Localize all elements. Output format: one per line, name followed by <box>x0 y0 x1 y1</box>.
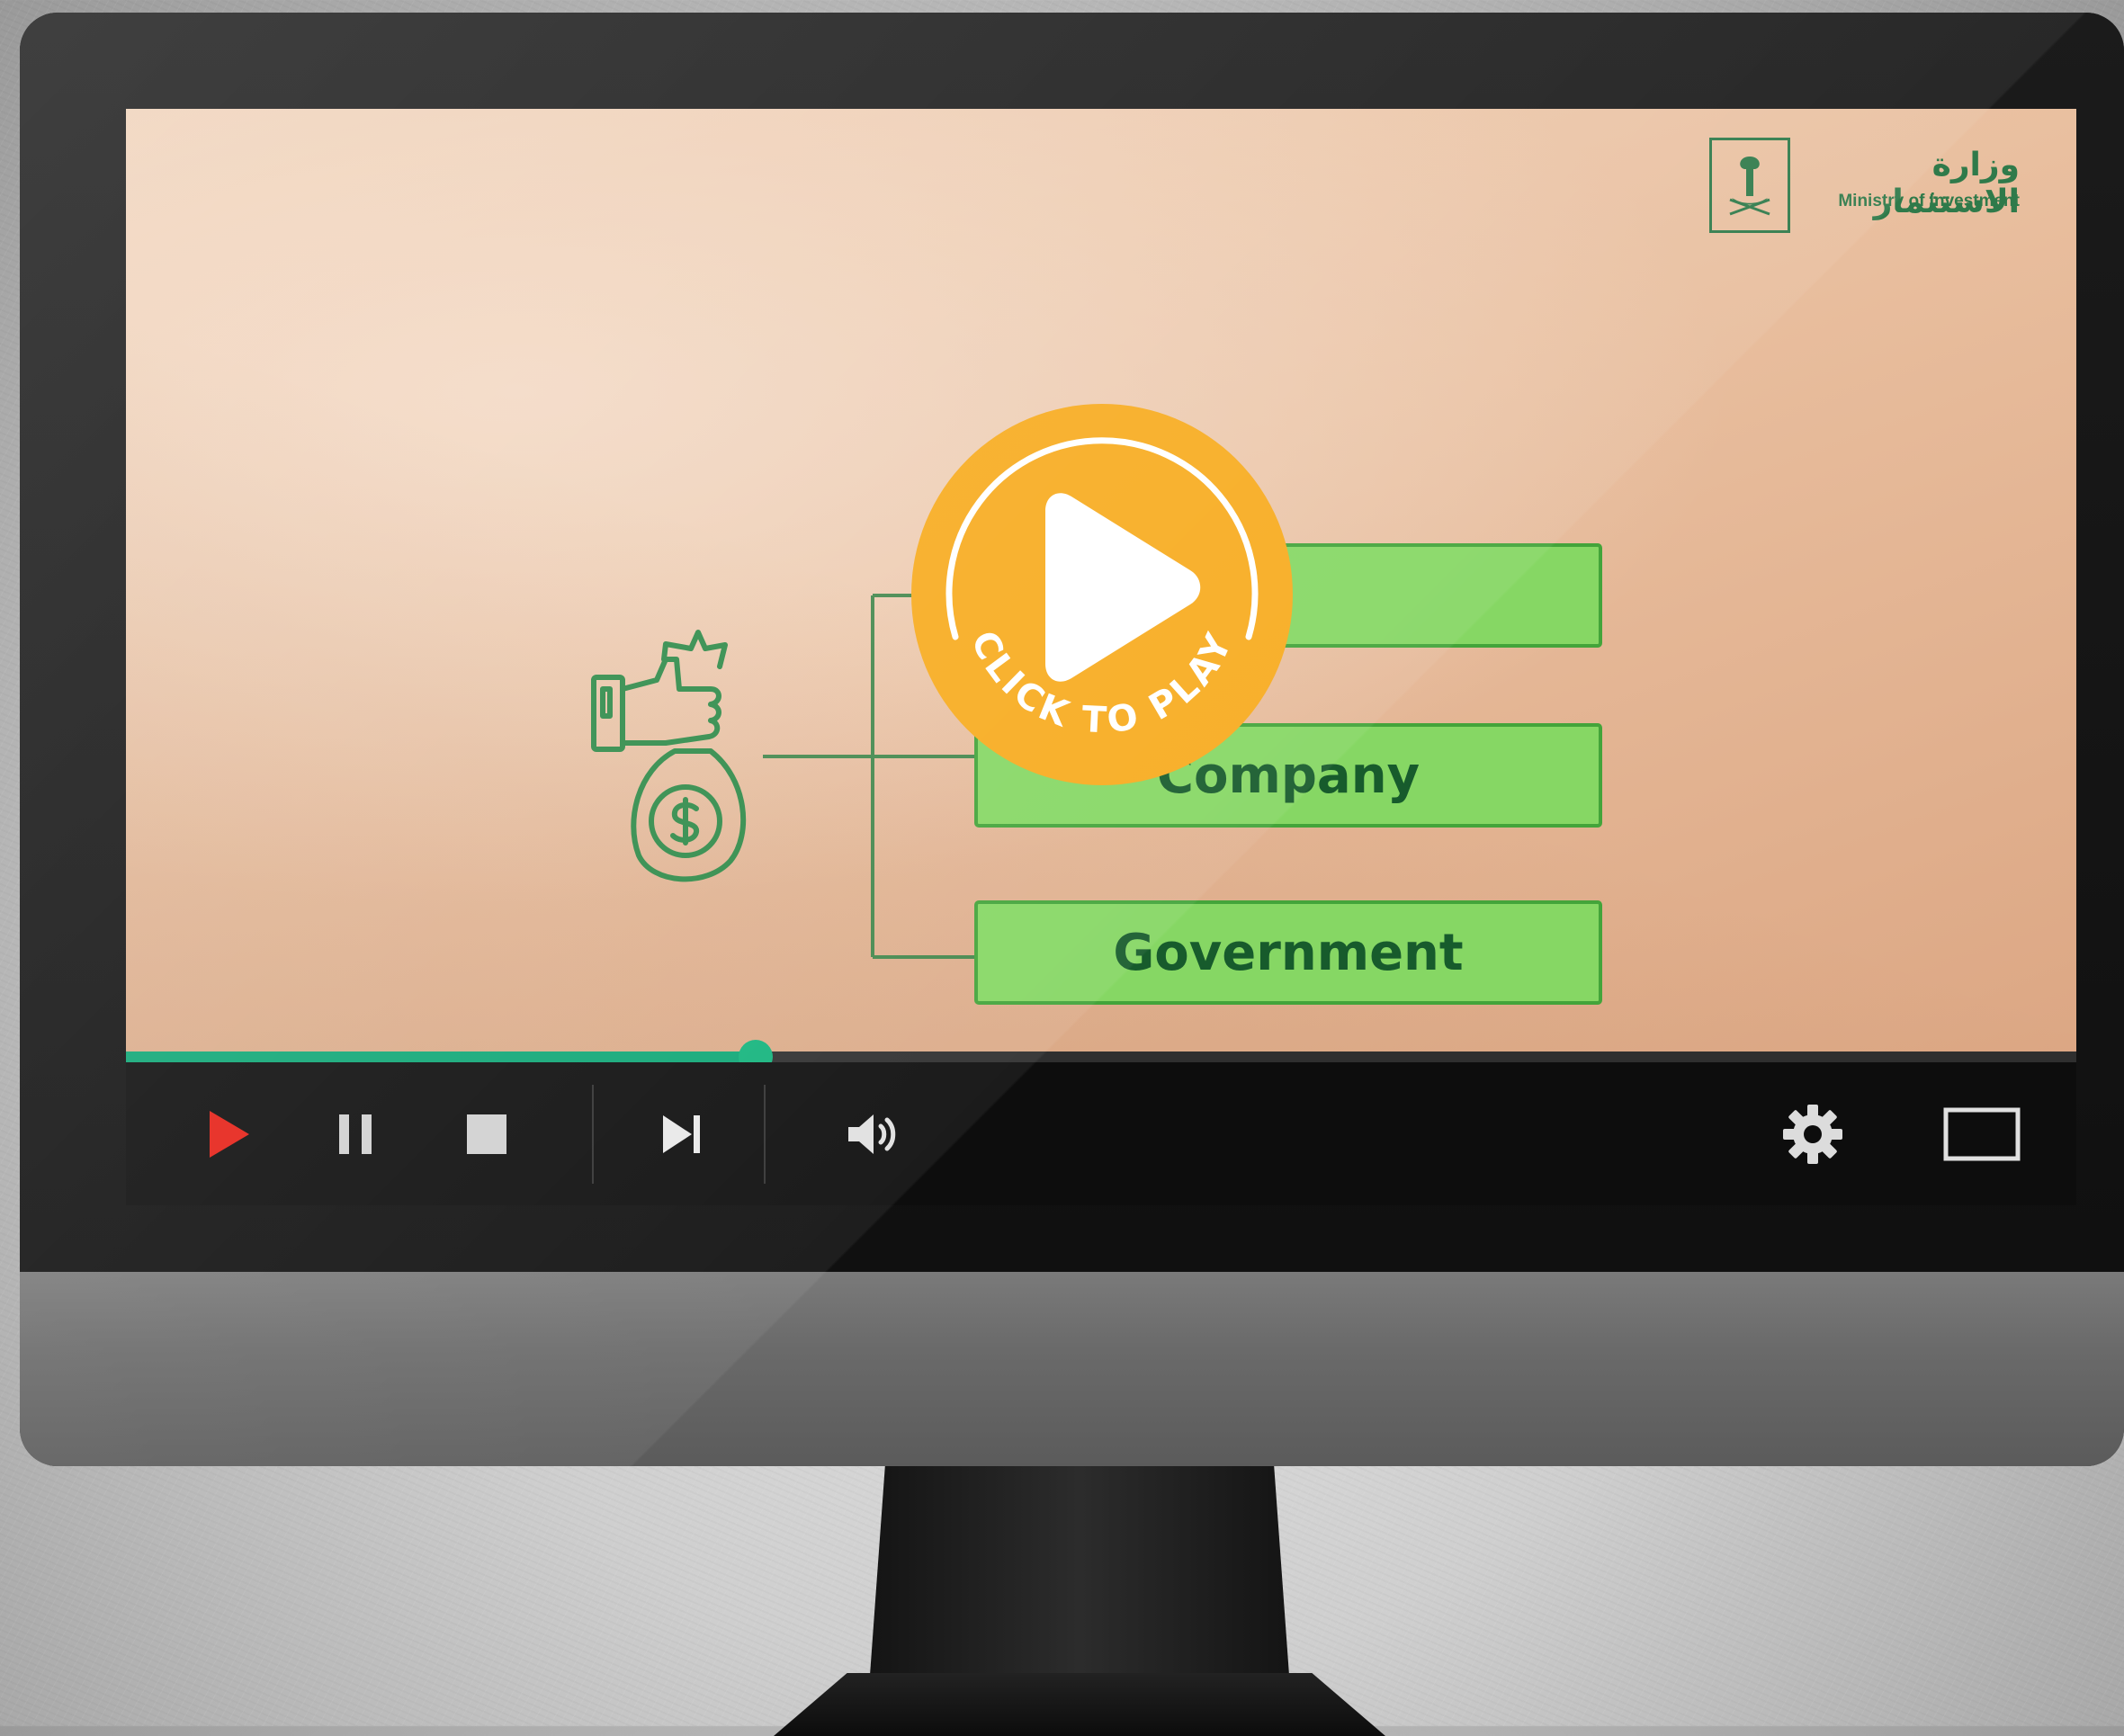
divider <box>764 1085 766 1184</box>
volume-button[interactable] <box>825 1062 924 1205</box>
fullscreen-icon <box>1943 1107 2021 1160</box>
fullscreen-button[interactable] <box>1928 1062 2036 1205</box>
skip-next-button[interactable] <box>637 1062 727 1205</box>
diagram-box-label: Government <box>1113 923 1464 982</box>
play-icon <box>210 1110 249 1158</box>
gear-icon <box>1783 1104 1842 1164</box>
divider <box>592 1085 594 1184</box>
stop-button[interactable] <box>446 1062 527 1205</box>
video-player: وزارة الاستثمار Ministry of Investment C… <box>126 109 2076 1205</box>
skip-next-icon <box>663 1114 700 1153</box>
stop-icon <box>467 1114 506 1154</box>
monitor: وزارة الاستثمار Ministry of Investment C… <box>20 13 2124 1466</box>
click-to-play-button[interactable]: CLICK TO PLAY <box>909 401 1295 788</box>
pause-button[interactable] <box>315 1062 396 1205</box>
settings-button[interactable] <box>1763 1062 1862 1205</box>
monitor-stand-base <box>774 1673 1385 1736</box>
money-bag-hand-icon <box>591 630 747 882</box>
video-frame[interactable]: وزارة الاستثمار Ministry of Investment C… <box>126 109 2076 1051</box>
progress-bar[interactable] <box>126 1040 2076 1074</box>
volume-icon <box>848 1114 896 1154</box>
monitor-stand <box>868 1466 1291 1700</box>
monitor-chin <box>20 1272 2124 1466</box>
pause-icon <box>339 1114 372 1154</box>
play-button[interactable] <box>189 1062 270 1205</box>
control-bar <box>126 1062 2076 1205</box>
progress-fill <box>126 1051 756 1062</box>
diagram-box-government: Government <box>974 900 1602 1005</box>
